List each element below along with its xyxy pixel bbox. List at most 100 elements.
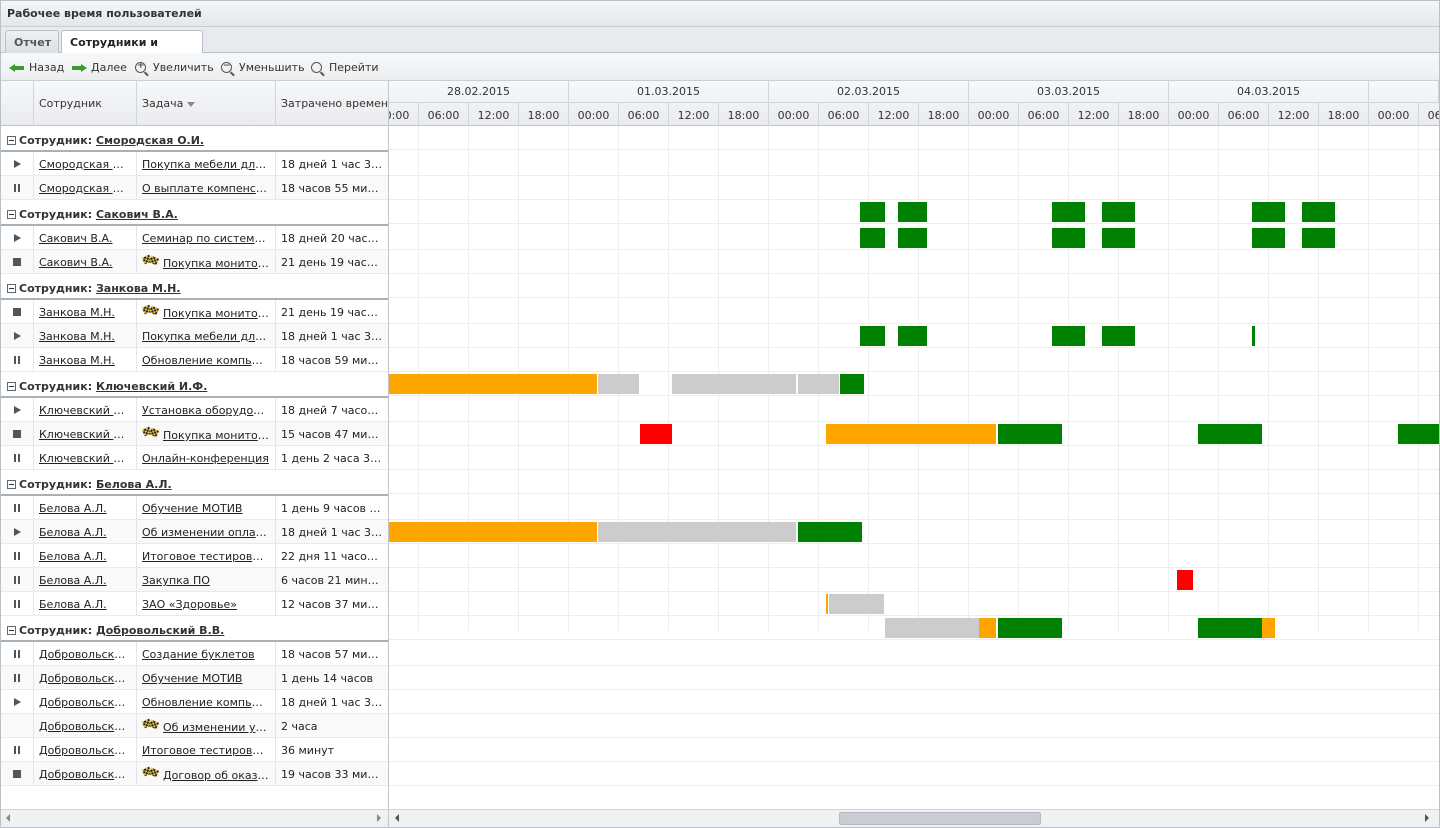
table-row[interactable]: Занкова М.Н. Покупка мебели для о... 18 дн… xyxy=(1,324,388,348)
task-time-bar[interactable] xyxy=(997,618,1062,638)
task-link[interactable]: Обучение МОТИВ xyxy=(142,502,242,515)
scroll-right-icon[interactable] xyxy=(377,814,381,822)
task-time-bar[interactable] xyxy=(979,618,997,638)
group-header[interactable]: Сотрудник: Ключевский И.Ф. xyxy=(1,372,388,398)
status-cell[interactable] xyxy=(1,496,34,520)
status-cell[interactable] xyxy=(1,544,34,568)
stop-icon[interactable] xyxy=(12,429,22,439)
task-time-bar[interactable] xyxy=(597,522,797,542)
employee-link[interactable]: Добровольский... xyxy=(39,672,136,685)
play-icon[interactable] xyxy=(12,159,22,169)
task-time-bar[interactable] xyxy=(1101,228,1136,248)
group-header[interactable]: Сотрудник: Белова А.Л. xyxy=(1,470,388,496)
table-row[interactable]: Белова А.Л. Закупка ПО 6 часов 21 минута xyxy=(1,568,388,592)
group-employee-link[interactable]: Ключевский И.Ф. xyxy=(96,380,207,393)
task-link[interactable]: Об изменении усл... xyxy=(163,721,275,734)
status-cell[interactable] xyxy=(1,446,34,470)
task-link[interactable]: Итоговое тестирование xyxy=(142,744,275,757)
task-time-bar[interactable] xyxy=(1101,326,1136,346)
task-link[interactable]: Покупка мониторов xyxy=(163,307,275,320)
group-employee-link[interactable]: Белова А.Л. xyxy=(96,478,172,491)
employee-link[interactable]: Ключевский И.Ф. xyxy=(39,428,136,441)
table-row[interactable]: Добровольский... Создание буклетов 18 часо… xyxy=(1,642,388,666)
status-cell[interactable] xyxy=(1,568,34,592)
task-time-bar[interactable] xyxy=(997,424,1062,444)
status-cell[interactable] xyxy=(1,300,34,324)
status-cell[interactable] xyxy=(1,324,34,348)
status-cell[interactable] xyxy=(1,176,34,200)
table-row[interactable]: Смородская О.И. Покупка мебели для о... 18… xyxy=(1,152,388,176)
employee-link[interactable]: Белова А.Л. xyxy=(39,598,107,611)
pause-icon[interactable] xyxy=(12,745,22,755)
task-link[interactable]: Создание буклетов xyxy=(142,648,255,661)
task-time-bar[interactable] xyxy=(1301,202,1336,222)
task-time-bar[interactable] xyxy=(840,374,864,394)
table-row[interactable]: Сакович В.А. Семинар по системе М... 18 дн… xyxy=(1,226,388,250)
group-header[interactable]: Сотрудник: Занкова М.Н. xyxy=(1,274,388,300)
collapse-icon[interactable] xyxy=(7,626,16,635)
group-header[interactable]: Сотрудник: Смородская О.И. xyxy=(1,126,388,152)
task-link[interactable]: Покупка мониторов xyxy=(163,257,275,270)
table-row[interactable]: Добровольский... Обучение МОТИВ 1 день 14 … xyxy=(1,666,388,690)
task-time-bar[interactable] xyxy=(389,374,598,394)
play-icon[interactable] xyxy=(12,331,22,341)
task-link[interactable]: Установка оборудования xyxy=(142,404,275,417)
employee-link[interactable]: Добровольский... xyxy=(39,648,136,661)
table-row[interactable]: Белова А.Л. Об изменении оплаты ... 18 дне… xyxy=(1,520,388,544)
task-link[interactable]: Обучение МОТИВ xyxy=(142,672,242,685)
collapse-icon[interactable] xyxy=(7,382,16,391)
task-link[interactable]: Итоговое тестирование xyxy=(142,550,275,563)
scrollbar-thumb[interactable] xyxy=(839,812,1041,825)
employee-link[interactable]: Ключевский И.Ф. xyxy=(39,404,136,417)
employee-link[interactable]: Занкова М.Н. xyxy=(39,354,115,367)
stop-icon[interactable] xyxy=(12,307,22,317)
collapse-icon[interactable] xyxy=(7,136,16,145)
task-time-bar[interactable] xyxy=(860,202,886,222)
scroll-left-icon[interactable] xyxy=(395,814,399,822)
task-time-bar[interactable] xyxy=(829,594,884,614)
task-time-bar[interactable] xyxy=(640,424,673,444)
task-link[interactable]: Закупка ПО xyxy=(142,574,210,587)
group-header[interactable]: Сотрудник: Добровольский В.В. xyxy=(1,616,388,642)
task-link[interactable]: О выплате компенсаций xyxy=(142,182,275,195)
group-employee-link[interactable]: Добровольский В.В. xyxy=(96,624,224,637)
table-row[interactable]: Добровольский... Об изменении усл... 2 час… xyxy=(1,714,388,738)
task-time-bar[interactable] xyxy=(1301,228,1336,248)
pause-icon[interactable] xyxy=(12,183,22,193)
task-time-bar[interactable] xyxy=(1197,424,1262,444)
collapse-icon[interactable] xyxy=(7,284,16,293)
status-cell[interactable] xyxy=(1,348,34,372)
pause-icon[interactable] xyxy=(12,503,22,513)
table-row[interactable]: Добровольский... Обновление компьюте... 18… xyxy=(1,690,388,714)
pause-icon[interactable] xyxy=(12,599,22,609)
task-link[interactable]: Обновление компьюте... xyxy=(142,696,275,709)
employee-link[interactable]: Ключевский И.Ф. xyxy=(39,452,136,465)
task-time-bar[interactable] xyxy=(1251,202,1286,222)
task-time-bar[interactable] xyxy=(825,424,997,444)
status-cell[interactable] xyxy=(1,592,34,616)
task-link[interactable]: Покупка мебели для о... xyxy=(142,158,275,171)
status-cell[interactable] xyxy=(1,398,34,422)
employee-link[interactable]: Сакович В.А. xyxy=(39,256,113,269)
task-time-bar[interactable] xyxy=(797,374,839,394)
status-cell[interactable] xyxy=(1,666,34,690)
task-link[interactable]: Обновление компьюте... xyxy=(142,354,275,367)
status-cell[interactable] xyxy=(1,422,34,446)
table-row[interactable]: Смородская О.И. О выплате компенсаций 18 ч… xyxy=(1,176,388,200)
task-time-bar[interactable] xyxy=(1251,326,1256,346)
task-time-bar[interactable] xyxy=(1051,326,1086,346)
task-column-header[interactable]: Задача xyxy=(137,81,276,126)
task-time-bar[interactable] xyxy=(597,374,639,394)
pause-icon[interactable] xyxy=(12,575,22,585)
pause-icon[interactable] xyxy=(12,673,22,683)
employee-link[interactable]: Белова А.Л. xyxy=(39,550,107,563)
table-row[interactable]: Добровольский... Итоговое тестирование 36 … xyxy=(1,738,388,762)
task-time-bar[interactable] xyxy=(885,618,979,638)
play-icon[interactable] xyxy=(12,233,22,243)
goto-button[interactable]: Перейти xyxy=(311,59,379,75)
play-icon[interactable] xyxy=(12,527,22,537)
task-link[interactable]: Покупка мониторов xyxy=(163,429,275,442)
play-icon[interactable] xyxy=(12,697,22,707)
table-row[interactable]: Ключевский И.Ф. Установка оборудования 18 … xyxy=(1,398,388,422)
stop-icon[interactable] xyxy=(12,257,22,267)
